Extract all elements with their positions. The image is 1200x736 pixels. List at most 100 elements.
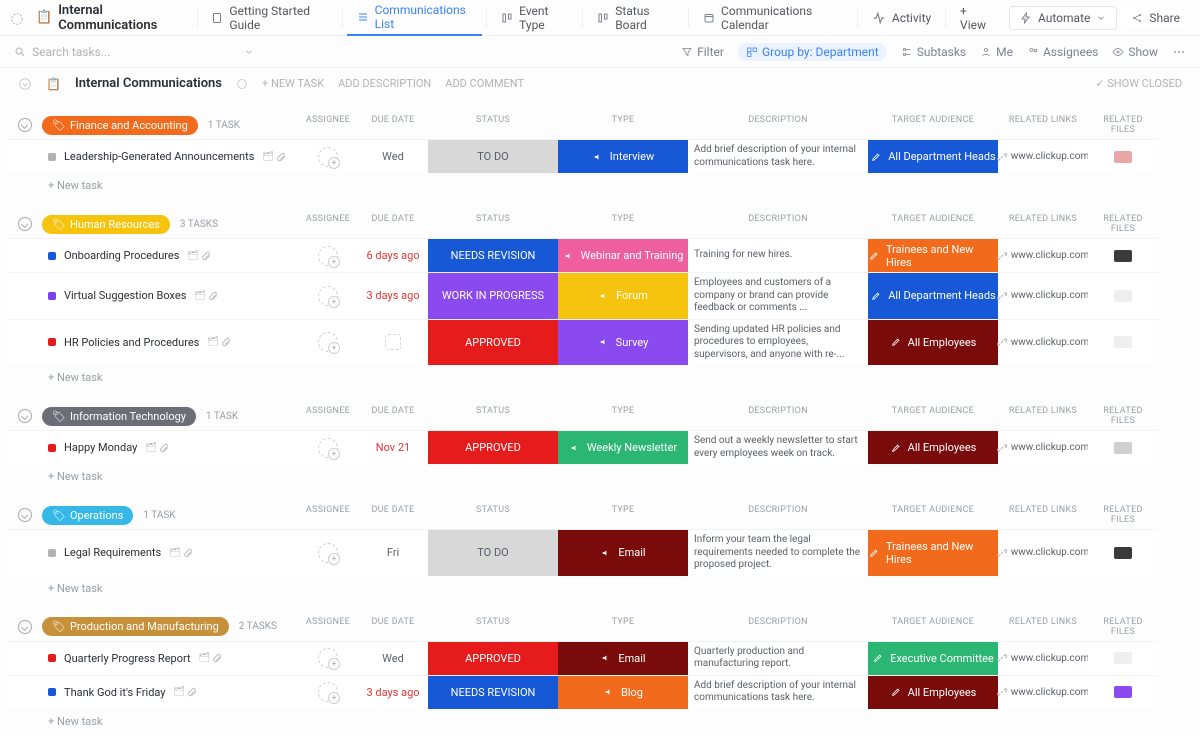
- description-cell[interactable]: Employees and customers of a company or …: [688, 272, 868, 319]
- related-link-cell[interactable]: www.clickup.com: [998, 430, 1088, 464]
- info-icon[interactable]: [236, 78, 248, 90]
- add-view-button[interactable]: + View: [950, 0, 1001, 36]
- type-cell[interactable]: Weekly Newsletter: [558, 430, 688, 464]
- column-header[interactable]: TARGET AUDIENCE: [868, 210, 998, 238]
- due-date-cell[interactable]: 3 days ago: [358, 272, 428, 319]
- related-file-cell[interactable]: [1088, 238, 1158, 272]
- add-description-button[interactable]: ADD DESCRIPTION: [338, 77, 431, 90]
- description-cell[interactable]: Add brief description of your internal c…: [688, 139, 868, 173]
- column-header[interactable]: DUE DATE: [358, 111, 428, 139]
- description-cell[interactable]: Add brief description of your internal c…: [688, 675, 868, 709]
- group-header[interactable]: 🏷 Information Technology 1 TASK: [8, 402, 298, 430]
- task-attachments[interactable]: 🗂: [207, 337, 230, 347]
- audience-cell[interactable]: Trainees and New Hires: [868, 529, 998, 576]
- column-header[interactable]: ASSIGNEE: [298, 210, 358, 238]
- audience-cell[interactable]: All Employees: [868, 675, 998, 709]
- task-name-cell[interactable]: Thank God it's Friday 🗂: [8, 675, 298, 709]
- task-name-cell[interactable]: Virtual Suggestion Boxes 🗂: [8, 272, 298, 319]
- assignee-cell[interactable]: [298, 139, 358, 173]
- task-attachments[interactable]: 🗂: [169, 548, 192, 558]
- column-header[interactable]: STATUS: [428, 402, 558, 430]
- assignee-cell[interactable]: [298, 641, 358, 675]
- task-name-cell[interactable]: HR Policies and Procedures 🗂: [8, 319, 298, 366]
- column-header[interactable]: TYPE: [558, 501, 688, 529]
- status-cell[interactable]: NEEDS REVISION: [428, 238, 558, 272]
- assignee-cell[interactable]: [298, 272, 358, 319]
- column-header[interactable]: RELATED LINKS: [998, 111, 1088, 139]
- column-header[interactable]: DUE DATE: [358, 402, 428, 430]
- status-cell[interactable]: APPROVED: [428, 319, 558, 366]
- related-link-cell[interactable]: www.clickup.com: [998, 641, 1088, 675]
- new-task-button[interactable]: + New task: [8, 464, 1192, 489]
- assignee-cell[interactable]: [298, 529, 358, 576]
- assignee-cell[interactable]: [298, 430, 358, 464]
- description-cell[interactable]: Send out a weekly newsletter to start ev…: [688, 430, 868, 464]
- column-header[interactable]: STATUS: [428, 111, 558, 139]
- task-attachments[interactable]: 🗂: [145, 443, 168, 453]
- task-attachments[interactable]: 🗂: [187, 251, 210, 261]
- status-cell[interactable]: APPROVED: [428, 641, 558, 675]
- automate-button[interactable]: Automate: [1009, 6, 1117, 30]
- me-button[interactable]: Me: [980, 45, 1013, 59]
- type-cell[interactable]: Email: [558, 641, 688, 675]
- column-header[interactable]: TYPE: [558, 111, 688, 139]
- audience-cell[interactable]: All Department Heads: [868, 139, 998, 173]
- task-name-cell[interactable]: Legal Requirements 🗂: [8, 529, 298, 576]
- due-date-cell[interactable]: Wed: [358, 139, 428, 173]
- column-header[interactable]: TYPE: [558, 613, 688, 641]
- task-name-cell[interactable]: Quarterly Progress Report 🗂: [8, 641, 298, 675]
- search-input[interactable]: Search tasks...: [14, 45, 254, 59]
- subtasks-button[interactable]: Subtasks: [901, 45, 966, 59]
- group-pill[interactable]: 🏷 Production and Manufacturing: [42, 617, 229, 636]
- new-task-button[interactable]: + New task: [8, 709, 1192, 734]
- column-header[interactable]: ASSIGNEE: [298, 111, 358, 139]
- groupby-button[interactable]: Group by: Department: [738, 43, 887, 61]
- tab-event-type[interactable]: Event Type: [491, 0, 578, 36]
- due-date-cell[interactable]: 3 days ago: [358, 675, 428, 709]
- column-header[interactable]: ASSIGNEE: [298, 402, 358, 430]
- tab-status-board[interactable]: Status Board: [587, 0, 684, 36]
- collapse-icon[interactable]: [18, 77, 32, 91]
- column-header[interactable]: ASSIGNEE: [298, 613, 358, 641]
- column-header[interactable]: STATUS: [428, 210, 558, 238]
- due-date-cell[interactable]: 6 days ago: [358, 238, 428, 272]
- column-header[interactable]: STATUS: [428, 613, 558, 641]
- audience-cell[interactable]: All Employees: [868, 319, 998, 366]
- column-header[interactable]: TARGET AUDIENCE: [868, 613, 998, 641]
- description-cell[interactable]: Sending updated HR policies and procedur…: [688, 319, 868, 366]
- new-task-button[interactable]: + New task: [8, 365, 1192, 390]
- column-header[interactable]: DUE DATE: [358, 210, 428, 238]
- audience-cell[interactable]: All Employees: [868, 430, 998, 464]
- column-header[interactable]: DESCRIPTION: [688, 210, 868, 238]
- due-date-cell[interactable]: Wed: [358, 641, 428, 675]
- column-header[interactable]: TARGET AUDIENCE: [868, 402, 998, 430]
- column-header[interactable]: RELATED FILES: [1088, 210, 1158, 238]
- tab-activity[interactable]: Activity: [862, 0, 941, 36]
- related-link-cell[interactable]: www.clickup.com: [998, 319, 1088, 366]
- group-header[interactable]: 🏷 Finance and Accounting 1 TASK: [8, 111, 298, 139]
- related-file-cell[interactable]: [1088, 319, 1158, 366]
- add-comment-button[interactable]: ADD COMMENT: [445, 77, 524, 90]
- share-button[interactable]: Share: [1121, 7, 1190, 29]
- column-header[interactable]: RELATED LINKS: [998, 210, 1088, 238]
- assignees-button[interactable]: Assignees: [1027, 45, 1098, 59]
- column-header[interactable]: TARGET AUDIENCE: [868, 501, 998, 529]
- audience-cell[interactable]: All Department Heads: [868, 272, 998, 319]
- column-header[interactable]: DUE DATE: [358, 613, 428, 641]
- group-pill[interactable]: 🏷 Human Resources: [42, 215, 170, 234]
- column-header[interactable]: TARGET AUDIENCE: [868, 111, 998, 139]
- related-link-cell[interactable]: www.clickup.com: [998, 675, 1088, 709]
- status-cell[interactable]: TO DO: [428, 139, 558, 173]
- column-header[interactable]: DESCRIPTION: [688, 613, 868, 641]
- description-cell[interactable]: Quarterly production and manufacturing r…: [688, 641, 868, 675]
- related-link-cell[interactable]: www.clickup.com: [998, 272, 1088, 319]
- show-closed-button[interactable]: ✓ SHOW CLOSED: [1095, 77, 1182, 90]
- related-link-cell[interactable]: www.clickup.com: [998, 238, 1088, 272]
- due-date-cell[interactable]: Nov 21: [358, 430, 428, 464]
- type-cell[interactable]: Forum: [558, 272, 688, 319]
- group-header[interactable]: 🏷 Human Resources 3 TASKS: [8, 210, 298, 238]
- new-task-button[interactable]: + New task: [8, 576, 1192, 601]
- type-cell[interactable]: Email: [558, 529, 688, 576]
- status-cell[interactable]: NEEDS REVISION: [428, 675, 558, 709]
- type-cell[interactable]: Survey: [558, 319, 688, 366]
